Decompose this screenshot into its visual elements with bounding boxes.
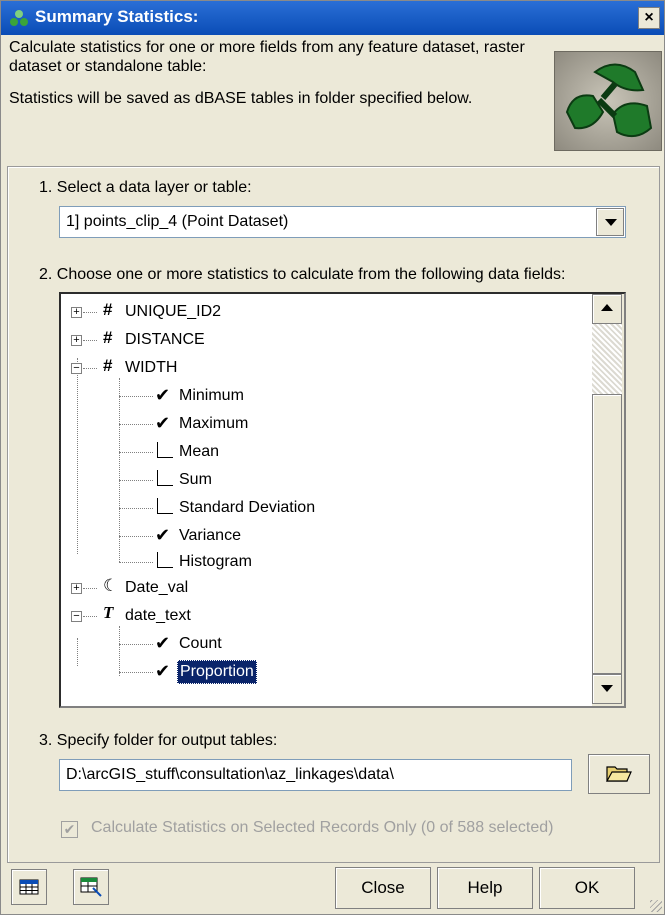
tree-line xyxy=(119,644,153,645)
stat-proportion[interactable]: Proportion xyxy=(177,660,257,684)
app-icon xyxy=(10,10,28,26)
summary-statistics-dialog: Summary Statistics: × Calculate statisti… xyxy=(0,0,665,915)
text-field-icon: T xyxy=(103,603,114,622)
open-folder-icon xyxy=(605,766,632,782)
expand-icon[interactable]: + xyxy=(71,583,82,594)
selected-layer: 1] points_clip_4 (Point Dataset) xyxy=(66,213,289,230)
vertical-scrollbar[interactable] xyxy=(592,294,624,706)
expand-icon[interactable]: + xyxy=(71,307,82,318)
tree-line xyxy=(119,626,120,676)
table-options-icon xyxy=(80,877,102,897)
close-button[interactable]: Close xyxy=(335,867,431,909)
chevron-down-icon xyxy=(601,685,613,692)
unchecked-box[interactable] xyxy=(157,552,173,568)
stat-minimum[interactable]: Minimum xyxy=(179,383,244,409)
data-layer-select[interactable]: 1] points_clip_4 (Point Dataset) xyxy=(59,206,626,238)
tree-line xyxy=(119,562,153,563)
scroll-up-button[interactable] xyxy=(592,294,622,324)
field-unique-id2[interactable]: UNIQUE_ID2 xyxy=(125,299,221,325)
checked-icon[interactable]: ✔ xyxy=(155,634,170,652)
stat-standard-deviation[interactable]: Standard Deviation xyxy=(179,495,315,521)
table-view-button[interactable] xyxy=(11,869,47,905)
resize-grip-icon[interactable] xyxy=(650,900,662,912)
tree-line xyxy=(119,424,153,425)
stat-maximum[interactable]: Maximum xyxy=(179,411,248,437)
tree-line xyxy=(77,638,78,666)
tree-line xyxy=(83,616,97,617)
chevron-up-icon xyxy=(601,304,613,311)
step1-label: 1. Select a data layer or table: xyxy=(39,179,252,196)
scroll-track[interactable] xyxy=(592,324,622,394)
dropdown-button[interactable] xyxy=(596,208,624,236)
close-icon[interactable]: × xyxy=(638,7,660,29)
expand-icon[interactable]: + xyxy=(71,335,82,346)
table-icon xyxy=(19,879,39,895)
chevron-down-icon xyxy=(605,219,617,226)
scroll-thumb[interactable] xyxy=(592,394,622,674)
unchecked-box[interactable] xyxy=(157,470,173,486)
tree-line xyxy=(119,396,153,397)
output-folder-path: D:\arcGIS_stuff\consultation\az_linkages… xyxy=(66,766,394,783)
unchecked-box[interactable] xyxy=(157,442,173,458)
tree-line xyxy=(83,340,97,341)
numeric-field-icon: # xyxy=(103,328,113,347)
tree-line xyxy=(83,368,97,369)
ok-button[interactable]: OK xyxy=(539,867,635,909)
stat-variance[interactable]: Variance xyxy=(179,523,241,549)
step3-label: 3. Specify folder for output tables: xyxy=(39,732,278,749)
stat-mean[interactable]: Mean xyxy=(179,439,219,465)
field-distance[interactable]: DISTANCE xyxy=(125,327,205,353)
help-button[interactable]: Help xyxy=(437,867,533,909)
checked-icon[interactable]: ✔ xyxy=(155,662,170,680)
field-date-val[interactable]: Date_val xyxy=(125,575,188,601)
checked-icon[interactable]: ✔ xyxy=(155,414,170,432)
tree-line xyxy=(119,508,153,509)
intro-text-1: Calculate statistics for one or more fie… xyxy=(9,39,525,75)
fields-tree[interactable]: + # UNIQUE_ID2 + # DISTANCE − # WIDTH ✔ … xyxy=(59,292,626,708)
numeric-field-icon: # xyxy=(103,300,113,319)
numeric-field-icon: # xyxy=(103,356,113,375)
selected-records-label: Calculate Statistics on Selected Records… xyxy=(91,819,554,836)
step2-label: 2. Choose one or more statistics to calc… xyxy=(39,266,566,283)
tree-line xyxy=(83,588,97,589)
intro-text-2: Statistics will be saved as dBASE tables… xyxy=(9,90,473,107)
tree-line xyxy=(119,378,120,562)
field-date-text[interactable]: date_text xyxy=(125,603,191,629)
collapse-icon[interactable]: − xyxy=(71,363,82,374)
tree-line xyxy=(119,536,153,537)
collapse-icon[interactable]: − xyxy=(71,611,82,622)
stat-sum[interactable]: Sum xyxy=(179,467,212,493)
tree-line xyxy=(119,480,153,481)
tree-line xyxy=(119,672,153,673)
stat-count[interactable]: Count xyxy=(179,631,222,657)
scroll-down-button[interactable] xyxy=(592,674,622,704)
checked-icon[interactable]: ✔ xyxy=(155,526,170,544)
selected-records-checkbox: ✔ xyxy=(61,821,78,838)
field-width[interactable]: WIDTH xyxy=(125,355,177,381)
browse-folder-button[interactable] xyxy=(588,754,650,794)
stat-histogram[interactable]: Histogram xyxy=(179,549,252,575)
title-bar[interactable]: Summary Statistics: × xyxy=(1,1,664,35)
unchecked-box[interactable] xyxy=(157,498,173,514)
tree-line xyxy=(83,312,97,313)
date-field-icon: ☾ xyxy=(103,576,119,595)
checked-icon[interactable]: ✔ xyxy=(155,386,170,404)
options-button[interactable] xyxy=(73,869,109,905)
tree-line xyxy=(119,452,153,453)
output-folder-field[interactable]: D:\arcGIS_stuff\consultation\az_linkages… xyxy=(59,759,572,791)
window-title: Summary Statistics: xyxy=(35,7,199,26)
tree-line xyxy=(77,358,78,554)
statistics-logo xyxy=(554,51,662,151)
